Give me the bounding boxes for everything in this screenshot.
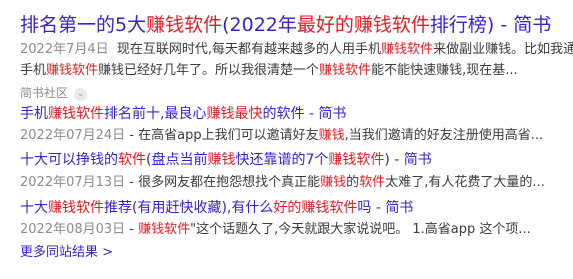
sub-result-snippet: 2022年08月03日 - 赚钱软件"这个话题久了,今天就跟大家说说吧。 1.高… (20, 222, 531, 237)
sub-result-title-link[interactable]: 十大赚钱软件推荐(有用赶快收藏),有什么好的赚钱软件吗 - 简书 (20, 198, 413, 218)
sub-result-title-link[interactable]: 手机赚钱软件排名前十,最良心赚钱最快的软件 - 简书 (20, 104, 346, 124)
sub-result-snippet: 2022年07月13日 - 很多网友都在抱怨想找个真正能赚钱的软件太难了,有人花… (20, 175, 545, 190)
result-snippet-continued: 手机赚钱软件赚钱已经好几年了。所以我很清楚一个赚钱软件能不能快速赚钱,现在基..… (20, 63, 518, 78)
sub-result-title-link[interactable]: 十大可以挣钱的软件(盘点当前赚钱快还靠谱的7个赚钱软件) - 简书 (20, 150, 432, 170)
search-result: 排名第一的5大赚钱软件(2022年最好的赚钱软件排行榜) - 简书 2022年7… (0, 0, 573, 279)
sub-result-snippet: 2022年07月24日 - 在高省app上我们可以邀请好友赚钱,当我们邀请的好友… (20, 128, 544, 143)
site-name[interactable]: 简书社区 ⌄ (20, 84, 88, 102)
result-date: 2022年7月4日 (20, 42, 109, 57)
chevron-down-icon[interactable]: ⌄ (74, 88, 88, 101)
more-results-link[interactable]: 更多同站结果 > (20, 243, 113, 263)
result-title-link[interactable]: 排名第一的5大赚钱软件(2022年最好的赚钱软件排行榜) - 简书 (20, 10, 551, 38)
result-snippet: 2022年7月4日 现在互联网时代,每天都有越来越多的人用手机赚钱软件来做副业赚… (20, 42, 573, 57)
